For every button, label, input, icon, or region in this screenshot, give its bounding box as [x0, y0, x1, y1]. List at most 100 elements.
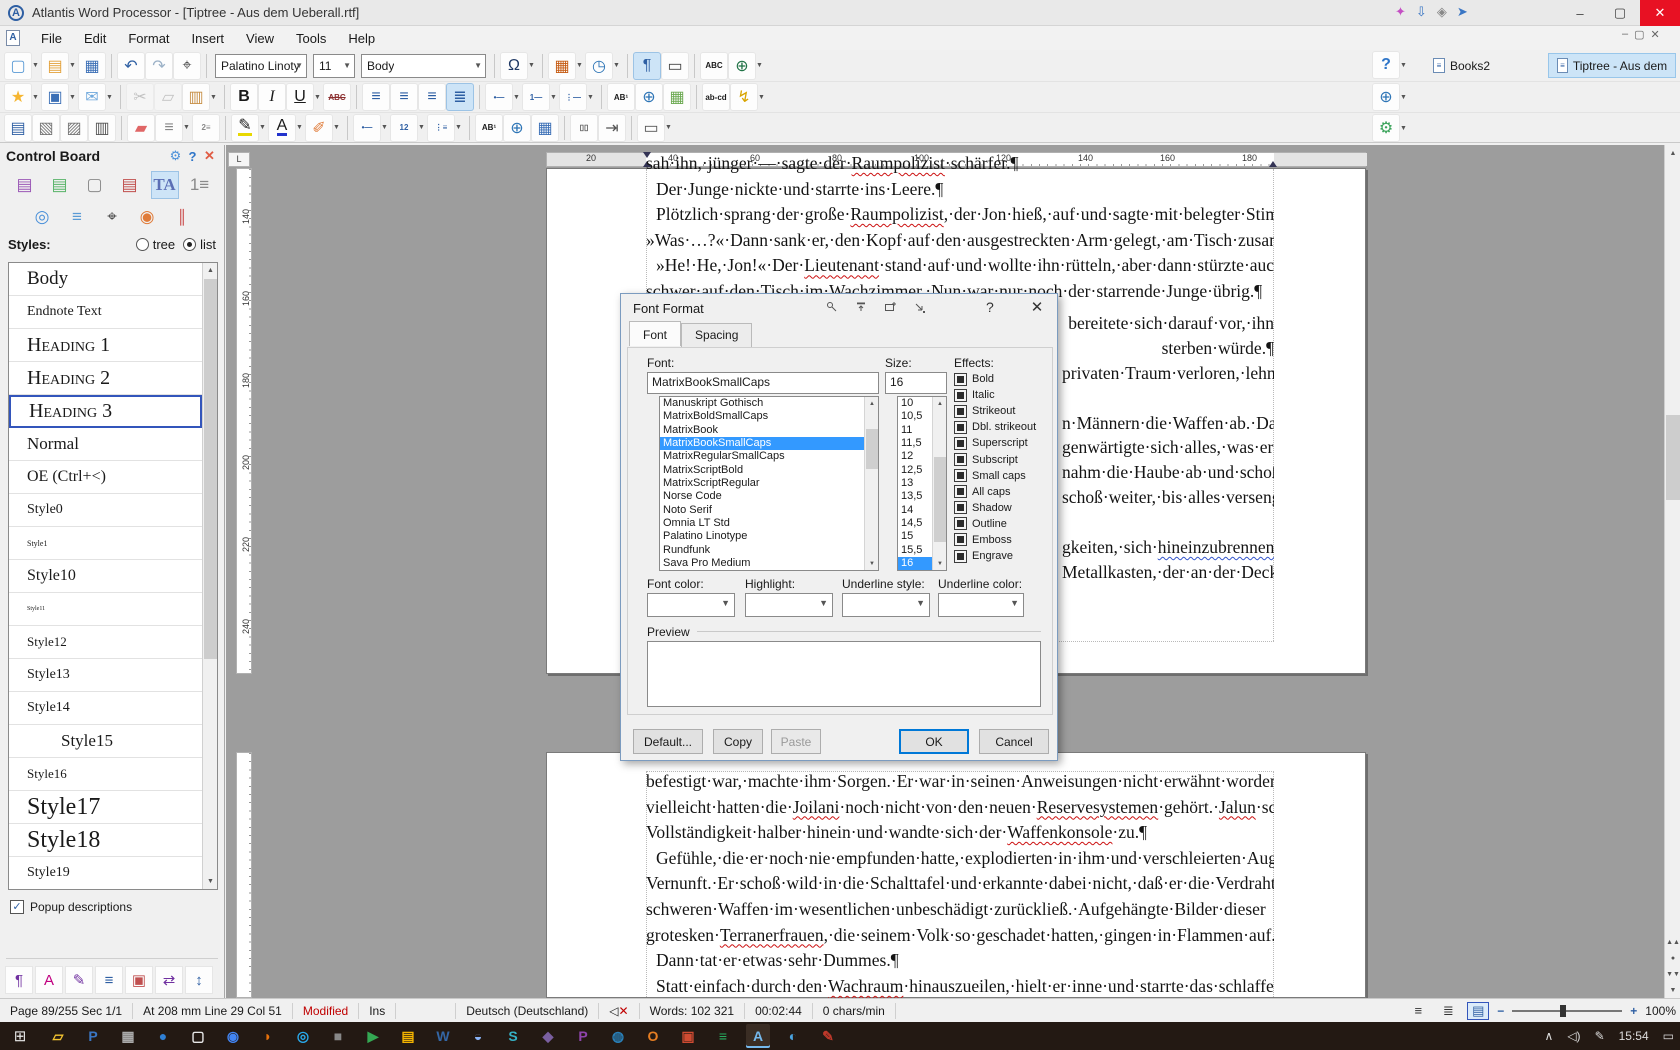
chevron-down-icon[interactable]: ▼ [258, 115, 267, 141]
bold-icon[interactable]: B [231, 84, 257, 110]
status-page[interactable]: Page 89/255 Sec 1/1 [0, 1003, 133, 1019]
radio-tree[interactable]: tree [136, 237, 175, 252]
style-tool-icon[interactable]: ≡ [96, 967, 122, 993]
find-icon[interactable]: ⌖ [174, 53, 200, 79]
effect-row[interactable]: Outline [954, 516, 1036, 532]
underline-icon[interactable]: U [287, 84, 313, 110]
panel-icon[interactable]: ⌖ [98, 203, 126, 231]
effect-checkbox-indeterminate[interactable] [954, 501, 967, 514]
style-list-item[interactable]: Style11 [9, 593, 202, 626]
close-button[interactable]: ✕ [1640, 0, 1680, 26]
panel-icon[interactable]: ≡ [63, 203, 91, 231]
zoom-slider[interactable] [1512, 1010, 1622, 1012]
style-list-item[interactable]: Style19 [9, 857, 202, 890]
menu-item[interactable]: File [30, 28, 73, 49]
size-list-item[interactable]: 11 [898, 424, 932, 437]
panel-icon[interactable]: ◎ [28, 203, 56, 231]
font-list-item[interactable]: MatrixRegularSmallCaps [660, 450, 864, 463]
effect-checkbox-indeterminate[interactable] [954, 469, 967, 482]
text-line[interactable]: nahm·die·Haube·ab·und·schoß·in [1062, 462, 1274, 487]
gear-icon[interactable]: ⚙ [167, 148, 184, 164]
size-input[interactable]: 16 [885, 372, 947, 394]
taskbar-app-icon[interactable]: ◗ [256, 1024, 280, 1048]
font-list-item[interactable]: Noto Serif [660, 504, 864, 517]
document-text-right[interactable]: bereitete·sich·darauf·vor,·ihnsterben·wü… [1062, 313, 1274, 587]
size-list-item[interactable]: 15,5 [898, 544, 932, 557]
size-list[interactable]: 1010,51111,51212,51313,51414,51515,516 ▲… [897, 396, 947, 571]
style-list-item[interactable]: Style14 [9, 692, 202, 725]
font-list-item[interactable]: MatrixScriptBold [660, 464, 864, 477]
status-language[interactable]: Deutsch (Deutschland) [456, 1003, 599, 1019]
style-list-item[interactable]: Style0 [9, 494, 202, 527]
chevron-down-icon[interactable]: ▼ [332, 115, 341, 141]
style-list-item[interactable]: OE (Ctrl+<) [9, 461, 202, 494]
autoformat-icon[interactable]: ↯ [731, 84, 757, 110]
vertical-ruler-page1[interactable]: 140160180200220240 [236, 168, 252, 674]
pen-icon[interactable]: ✎ [1595, 1029, 1605, 1043]
style-tool-icon[interactable]: ✎ [66, 967, 92, 993]
styles-scrollbar[interactable]: ▲ ▼ [202, 263, 217, 889]
text-line[interactable]: genwärtigte·sich·alles,·was·er·in [1062, 437, 1274, 462]
style-tool-icon[interactable]: A [36, 967, 62, 993]
insert-table-icon[interactable]: ▦ [549, 53, 575, 79]
vertical-scrollbar[interactable]: ▲ ▲▲ ● ▼▼ ▼ [1664, 145, 1680, 998]
undo-icon[interactable]: ↶ [118, 53, 144, 79]
style-tool-icon[interactable]: ⇄ [156, 967, 182, 993]
status-modified[interactable]: Modified [293, 1003, 359, 1019]
style-tool-icon[interactable]: ▣ [126, 967, 152, 993]
style-list-item[interactable]: Style16 [9, 758, 202, 791]
size-list-item[interactable]: 14,5 [898, 517, 932, 530]
effect-checkbox-indeterminate[interactable] [954, 421, 967, 434]
paragraph-style-combo[interactable]: Body▼ [361, 54, 486, 78]
style-list-item[interactable]: Heading 1 [9, 329, 202, 362]
paragraph-spacing-icon[interactable]: ≡ [156, 115, 182, 141]
status-typing-speed[interactable]: 0 chars/min [813, 1003, 896, 1019]
chevron-down-icon[interactable]: ▼ [512, 84, 521, 110]
size-list-item[interactable]: 15 [898, 530, 932, 543]
size-list-item[interactable]: 10 [898, 397, 932, 410]
font-list-item[interactable]: Sava Pro Medium [660, 557, 864, 570]
footnote-icon[interactable]: AB¹ [608, 84, 634, 110]
pin-icon[interactable] [826, 301, 838, 313]
taskbar-app-icon[interactable]: W [431, 1024, 455, 1048]
text-line[interactable]: Statt·einfach·durch·den·Wachraum·hinausz… [646, 976, 1274, 998]
style-list-item[interactable]: Style18 [9, 824, 202, 857]
effect-checkbox-indeterminate[interactable] [954, 485, 967, 498]
help-icon[interactable]: ? [184, 149, 201, 164]
effect-row[interactable]: Subscript [954, 451, 1036, 467]
browse-object-icon[interactable]: ● [1665, 950, 1680, 966]
style-tool-icon[interactable]: ¶ [6, 967, 32, 993]
text-line[interactable]: sterben·würde.¶ [1062, 338, 1274, 363]
mdi-close-icon[interactable]: ✕ [1651, 28, 1660, 41]
text-line[interactable]: befestigt·war,·machte·ihm·Sorgen.·Er·war… [646, 771, 1274, 797]
fullscreen-icon[interactable]: ▭ [662, 53, 688, 79]
taskbar-app-icon[interactable]: ▱ [46, 1024, 70, 1048]
scroll-up-icon[interactable]: ▲ [203, 263, 218, 278]
taskbar-app-icon[interactable]: ▣ [676, 1024, 700, 1048]
chevron-down-icon[interactable]: ▼ [182, 115, 191, 141]
font-list-item[interactable]: MatrixScriptRegular [660, 477, 864, 490]
size-list-item[interactable]: 10,5 [898, 410, 932, 423]
page-view-icon[interactable]: ▤ [1467, 1002, 1489, 1020]
scroll-up-icon[interactable]: ▲ [933, 397, 947, 410]
download-icon[interactable]: ⇩ [1416, 4, 1427, 20]
style-list-item[interactable]: Style13 [9, 659, 202, 692]
dock-icon[interactable] [884, 301, 896, 313]
text-line[interactable]: Der·Junge·nickte·und·starrte·ins·Leere.¶ [646, 179, 1274, 205]
panel-icon[interactable]: ▢ [81, 171, 109, 199]
text-line[interactable]: bereitete·sich·darauf·vor,·ihn [1062, 313, 1274, 338]
align-left-icon[interactable]: ≡ [363, 84, 389, 110]
text-line[interactable]: Metallkasten,·der·an·der·Decke [1062, 562, 1274, 587]
cancel-button[interactable]: Cancel [979, 729, 1049, 754]
dialog-help-icon[interactable]: ? [986, 299, 994, 315]
tray-chevron-icon[interactable]: ∧ [1545, 1029, 1554, 1043]
line-numbering-icon[interactable]: 2≡ [193, 115, 219, 141]
taskbar-app-icon[interactable]: ◐ [781, 1024, 805, 1048]
style-list-item[interactable]: Style12 [9, 626, 202, 659]
text-line[interactable]: Plötzlich·sprang·der·große·Raumpolizist,… [646, 204, 1274, 230]
style-list-item[interactable]: Style10 [9, 560, 202, 593]
chevron-down-icon[interactable]: ▼ [209, 84, 218, 110]
eraser-icon[interactable]: ▰ [128, 115, 154, 141]
taskbar-app-icon[interactable]: P [81, 1024, 105, 1048]
text-line[interactable] [1062, 512, 1274, 537]
